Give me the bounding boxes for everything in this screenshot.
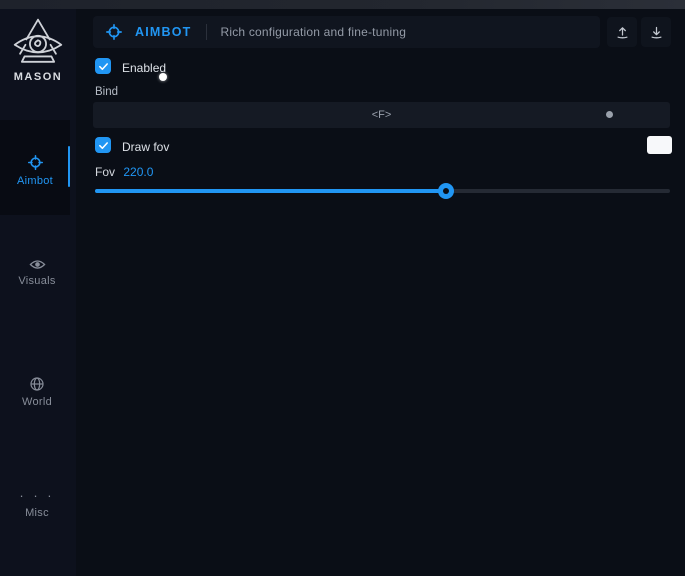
draw-fov-label: Draw fov (122, 140, 169, 154)
download-icon (649, 25, 664, 40)
fov-label: Fov (95, 165, 115, 179)
pyramid-eye-icon (9, 17, 67, 69)
check-icon (98, 140, 109, 151)
page-subtitle: Rich configuration and fine-tuning (221, 25, 407, 39)
download-config-button[interactable] (641, 17, 671, 47)
draw-fov-checkbox[interactable] (95, 137, 111, 153)
crosshair-icon (105, 23, 123, 41)
active-indicator (68, 146, 71, 187)
titlebar (0, 0, 685, 9)
fov-color-swatch[interactable] (647, 136, 672, 154)
bind-value: <F> (372, 109, 392, 121)
sidebar-item-label: Misc (2, 507, 72, 519)
divider (206, 24, 207, 40)
enabled-checkbox[interactable] (95, 58, 111, 74)
check-icon (98, 61, 109, 72)
sidebar-item-label: Visuals (2, 275, 72, 287)
eye-icon (29, 258, 46, 271)
fov-readout: Fov 220.0 (95, 165, 153, 179)
sidebar-item-misc[interactable]: · · · Misc (2, 491, 72, 519)
slider-fill (95, 189, 446, 193)
upload-icon (615, 25, 630, 40)
fov-value: 220.0 (123, 165, 153, 179)
bind-indicator-dot (606, 111, 613, 118)
enabled-label: Enabled (122, 61, 166, 75)
bind-key-input[interactable]: <F> (93, 102, 670, 128)
fov-slider[interactable] (95, 183, 670, 199)
mouse-cursor (159, 73, 167, 81)
bind-label: Bind (95, 86, 118, 98)
ellipsis-icon: · · · (2, 491, 72, 501)
slider-handle[interactable] (438, 183, 454, 199)
page-header: AIMBOT Rich configuration and fine-tunin… (93, 16, 600, 48)
sidebar-item-world[interactable]: World (2, 376, 72, 408)
app-logo: MASON (0, 17, 76, 83)
logo-text: MASON (0, 71, 76, 83)
sidebar-item-label: World (2, 396, 72, 408)
sidebar-item-label: Aimbot (0, 175, 70, 187)
upload-config-button[interactable] (607, 17, 637, 47)
sidebar: MASON Aimbot Visuals (0, 9, 76, 576)
sidebar-item-aimbot[interactable]: Aimbot (0, 120, 70, 215)
sidebar-item-visuals[interactable]: Visuals (2, 258, 72, 287)
crosshair-icon (27, 154, 44, 171)
globe-icon (29, 376, 45, 392)
page-title: AIMBOT (135, 25, 192, 39)
mason-window: MASON Aimbot Visuals (0, 0, 685, 576)
